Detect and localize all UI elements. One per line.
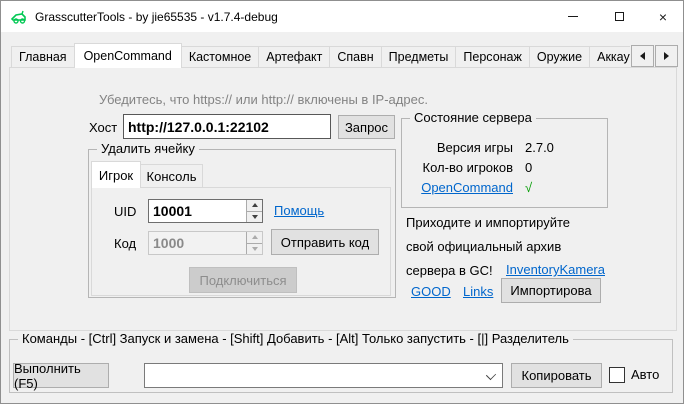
tab-kastomnoe[interactable]: Кастомное [181,46,259,68]
tab-scroll-left-button[interactable] [631,45,654,67]
main-tab-strip: Главная OpenCommand Кастомное Артефакт С… [11,43,630,68]
uid-stepper [148,199,263,223]
remove-cell-group-title: Удалить ячейку [97,141,199,156]
minimize-icon [568,16,578,17]
server-status-group-title: Состояние сервера [410,110,536,125]
chevron-down-icon[interactable] [486,370,496,380]
code-spin-buttons [246,232,262,254]
host-label: Хост [89,120,117,135]
uid-spin-buttons [246,200,262,222]
code-input [149,232,245,254]
import-text-line: Приходите и импортируйте [406,211,616,235]
code-stepper [148,231,263,255]
spin-down-icon [252,247,258,251]
inventorykamera-link[interactable]: InventoryKamera [506,262,605,277]
game-version-label: Версия игры [407,140,513,155]
spin-up-icon [252,235,258,239]
tab-opencommand[interactable]: OpenCommand [74,43,182,68]
opencommand-status-link[interactable]: OpenCommand [407,180,513,195]
auto-checkbox-label[interactable]: Авто [631,367,659,382]
copy-button[interactable]: Копировать [511,363,602,388]
tab-scroll-right-button[interactable] [655,45,678,67]
tab-predmety[interactable]: Предметы [381,46,457,68]
uid-spin-up-button[interactable] [246,200,262,211]
tab-spavn[interactable]: Спавн [329,46,381,68]
links-link[interactable]: Links [463,284,493,299]
subtab-player[interactable]: Игрок [91,161,141,188]
title-bar: GrasscutterTools - by jie65535 - v1.7.4-… [1,1,683,32]
host-input[interactable] [123,114,331,139]
tab-artefakt[interactable]: Артефакт [258,46,330,68]
spin-down-icon [252,215,258,219]
connect-button: Подключиться [189,267,297,293]
app-icon [10,8,28,26]
tab-akkaunt[interactable]: Аккаун [589,46,630,68]
run-command-button[interactable]: Выполнить (F5) [13,363,109,388]
maximize-button[interactable] [596,2,642,31]
auto-checkbox[interactable] [609,367,625,383]
import-text-line: свой официальный архив [406,235,616,259]
good-link[interactable]: GOOD [411,284,451,299]
uid-input[interactable] [149,200,245,222]
command-input[interactable] [145,364,482,387]
spin-up-icon [252,203,258,207]
send-code-button[interactable]: Отправить код [271,229,379,255]
player-count-value: 0 [525,160,532,175]
code-spin-up-button [246,232,262,243]
maximize-icon [615,12,624,21]
code-label: Код [114,236,136,251]
tab-oruzhie[interactable]: Оружие [529,46,590,68]
subtab-console[interactable]: Консоль [140,164,203,188]
uid-spin-down-button[interactable] [246,211,262,223]
arrow-right-icon [664,52,669,60]
opencommand-status-check: √ [525,180,532,195]
minimize-button[interactable] [550,2,596,31]
code-spin-down-button [246,243,262,255]
close-icon: × [659,10,667,24]
arrow-left-icon [640,52,645,60]
player-count-label: Кол-во игроков [407,160,513,175]
host-hint-text: Убедитесь, что https:// или http:// вклю… [99,92,428,107]
import-button[interactable]: Импортирова [501,278,601,303]
game-version-value: 2.7.0 [525,140,554,155]
window-title: GrasscutterTools - by jie65535 - v1.7.4-… [35,10,278,24]
command-combobox [144,363,503,388]
query-button[interactable]: Запрос [338,115,395,139]
uid-label: UID [114,204,136,219]
tab-glavnaya[interactable]: Главная [11,46,75,68]
app-window: GrasscutterTools - by jie65535 - v1.7.4-… [0,0,684,404]
tab-personazh[interactable]: Персонаж [455,46,529,68]
close-button[interactable]: × [642,2,684,31]
commands-group-title: Команды - [Ctrl] Запуск и замена - [Shif… [18,331,573,346]
help-link[interactable]: Помощь [274,203,324,218]
